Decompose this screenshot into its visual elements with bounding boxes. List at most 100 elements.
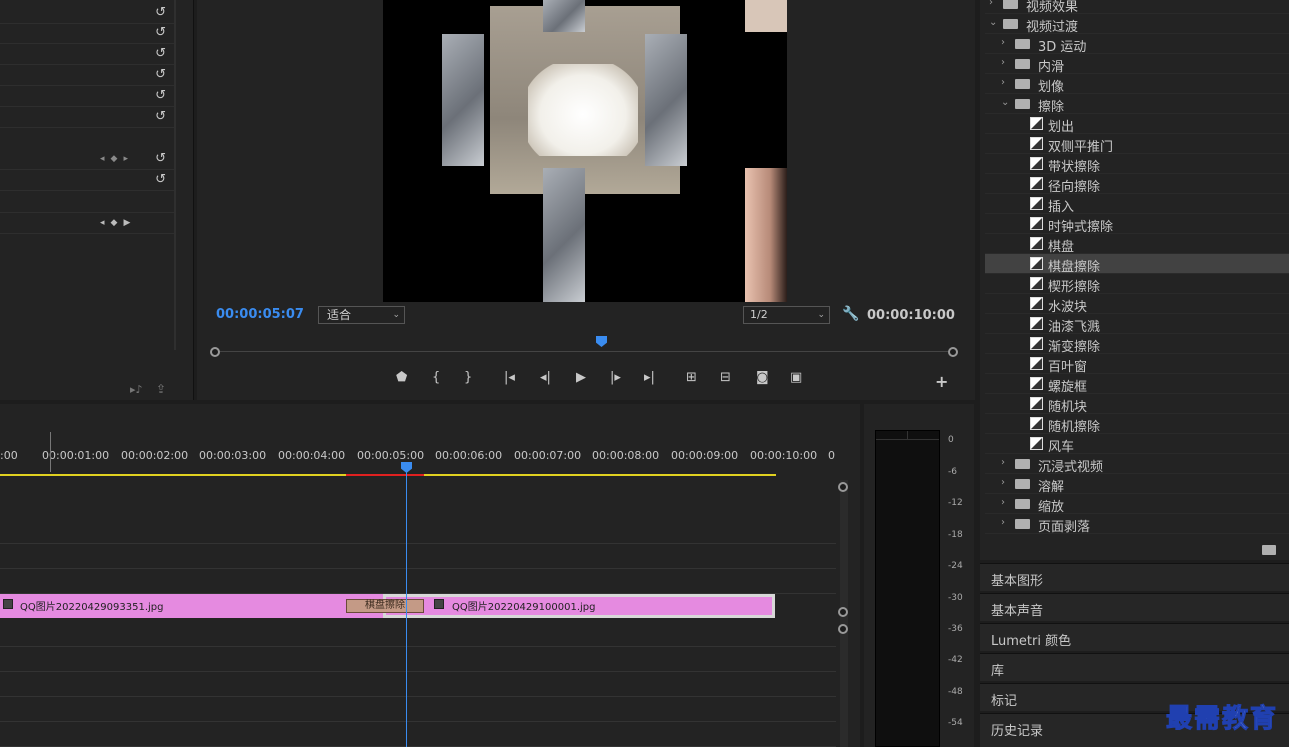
effects-item-label: 插入: [1048, 200, 1075, 215]
go-to-out-icon[interactable]: ▸|: [644, 370, 655, 385]
effects-folder[interactable]: › 内滑: [985, 54, 1289, 75]
monitor-time-ruler[interactable]: [210, 336, 958, 357]
effects-item[interactable]: 带状擦除: [985, 154, 1289, 175]
clip-1[interactable]: QQ图片20220429093351.jpg: [0, 594, 383, 618]
audio-scrub-icon[interactable]: ▸♪: [130, 383, 143, 396]
effects-item[interactable]: 风车: [985, 434, 1289, 455]
fur-tile: [543, 0, 585, 32]
reset-icon[interactable]: ↺: [155, 173, 166, 187]
effects-item-label: 风车: [1048, 440, 1075, 455]
effects-folder[interactable]: › 划像: [985, 74, 1289, 95]
effects-folder[interactable]: › 3D 运动: [985, 34, 1289, 55]
effects-item[interactable]: 径向擦除: [985, 174, 1289, 195]
db-label: -30: [948, 593, 963, 603]
scrollbar[interactable]: [174, 0, 176, 350]
effects-item[interactable]: 双侧平推门: [985, 134, 1289, 155]
fur-tile: [442, 34, 484, 166]
chevron-down-icon[interactable]: ⌄: [989, 17, 997, 28]
chevron-right-icon[interactable]: ›: [1001, 497, 1005, 508]
scroll-handle[interactable]: [838, 607, 848, 617]
effects-folder[interactable]: › 沉浸式视频: [985, 454, 1289, 475]
mark-out-icon[interactable]: }: [464, 370, 472, 385]
in-point-handle[interactable]: [210, 347, 220, 357]
panel-lumetri-color[interactable]: Lumetri 颜色: [980, 623, 1289, 651]
effects-item[interactable]: 螺旋框: [985, 374, 1289, 395]
marker-icon[interactable]: ⬟: [396, 370, 407, 385]
effects-folder[interactable]: › 缩放: [985, 494, 1289, 515]
reset-icon[interactable]: ↺: [155, 26, 166, 40]
lift-icon[interactable]: ⊞: [686, 370, 697, 385]
effects-item[interactable]: 渐变擦除: [985, 334, 1289, 355]
effects-item[interactable]: 随机擦除: [985, 414, 1289, 435]
clip-name: QQ图片20220429093351.jpg: [20, 602, 164, 613]
reset-icon[interactable]: ↺: [155, 68, 166, 82]
effects-folder[interactable]: › 视频效果: [985, 0, 1289, 15]
effects-folder[interactable]: ⌄ 视频过渡: [985, 14, 1289, 35]
keyframe-nav-icon[interactable]: ◂◆▶: [100, 218, 136, 228]
resolution-select[interactable]: 1/2 ⌄: [743, 306, 830, 324]
effects-folder[interactable]: › 页面剥落: [985, 514, 1289, 535]
add-button-icon[interactable]: +: [935, 372, 948, 391]
chevron-right-icon[interactable]: ›: [1001, 57, 1005, 68]
panel-library[interactable]: 库: [980, 653, 1289, 681]
effects-item[interactable]: 百叶窗: [985, 354, 1289, 375]
effects-folder[interactable]: ⌄ 擦除: [985, 94, 1289, 115]
chevron-right-icon[interactable]: ›: [1001, 77, 1005, 88]
step-back-icon[interactable]: ◂|: [540, 370, 551, 385]
effects-item-label: 随机块: [1048, 400, 1088, 415]
effects-item[interactable]: 插入: [985, 194, 1289, 215]
watermark-logo: 最需教育: [1165, 704, 1279, 735]
comparison-view-icon[interactable]: ▣: [790, 370, 802, 385]
play-icon[interactable]: ▶: [576, 370, 586, 385]
out-point-handle[interactable]: [948, 347, 958, 357]
export-icon[interactable]: ⇪: [156, 382, 166, 396]
panel-essential-graphics[interactable]: 基本图形: [980, 563, 1289, 591]
effects-item-label: 溶解: [1038, 480, 1065, 495]
effects-item[interactable]: 棋盘: [985, 234, 1289, 255]
chevron-right-icon[interactable]: ›: [1001, 457, 1005, 468]
effects-item[interactable]: 随机块: [985, 394, 1289, 415]
scroll-handle[interactable]: [838, 482, 848, 492]
reset-icon[interactable]: ↺: [155, 110, 166, 124]
clip-2[interactable]: QQ图片20220429100001.jpg: [383, 594, 775, 618]
extract-icon[interactable]: ⊟: [720, 370, 731, 385]
transition-icon: [1030, 237, 1043, 250]
panel-essential-sound[interactable]: 基本声音: [980, 593, 1289, 621]
reset-icon[interactable]: ↺: [155, 6, 166, 20]
step-forward-icon[interactable]: |▸: [610, 370, 621, 385]
effects-item[interactable]: 棋盘擦除: [985, 254, 1289, 275]
transition-icon: [1030, 377, 1043, 390]
timeline-ruler[interactable]: :00 00:00:01:00 00:00:02:00 00:00:03:00 …: [0, 404, 860, 476]
current-timecode[interactable]: 00:00:05:07: [216, 307, 304, 322]
effects-folder[interactable]: › 溶解: [985, 474, 1289, 495]
effects-item[interactable]: 楔形擦除: [985, 274, 1289, 295]
scroll-handle[interactable]: [838, 624, 848, 634]
zoom-fit-select[interactable]: 适合 ⌄: [318, 306, 405, 324]
effects-item[interactable]: 油漆飞溅: [985, 314, 1289, 335]
chevron-right-icon[interactable]: ›: [989, 0, 993, 8]
playhead-marker[interactable]: [596, 336, 607, 347]
fur-tile: [645, 34, 687, 166]
chevron-right-icon[interactable]: ›: [1001, 477, 1005, 488]
chevron-right-icon[interactable]: ›: [1001, 517, 1005, 528]
reset-icon[interactable]: ↺: [155, 47, 166, 61]
property-row: ↺: [0, 108, 174, 128]
reset-icon[interactable]: ↺: [155, 89, 166, 103]
transition-icon: [1030, 357, 1043, 370]
new-bin-icon[interactable]: [1262, 545, 1276, 555]
effects-item[interactable]: 划出: [985, 114, 1289, 135]
effects-item[interactable]: 时钟式擦除: [985, 214, 1289, 235]
chevron-down-icon[interactable]: ⌄: [1001, 97, 1009, 108]
camera-icon[interactable]: ◙: [756, 370, 769, 385]
property-row: ↺: [0, 171, 174, 191]
wrench-icon[interactable]: 🔧: [842, 306, 859, 322]
chevron-right-icon[interactable]: ›: [1001, 37, 1005, 48]
go-to-in-icon[interactable]: |◂: [504, 370, 515, 385]
transition-block[interactable]: 棋盘擦除: [346, 599, 424, 613]
reset-icon[interactable]: ↺: [155, 152, 166, 166]
mark-in-icon[interactable]: {: [432, 370, 440, 385]
keyframe-nav-icon[interactable]: ◂◆▸: [100, 154, 134, 164]
effects-item[interactable]: 水波块: [985, 294, 1289, 315]
timeline-scrollbar[interactable]: [838, 480, 848, 747]
effects-item-label: 油漆飞溅: [1048, 320, 1101, 335]
